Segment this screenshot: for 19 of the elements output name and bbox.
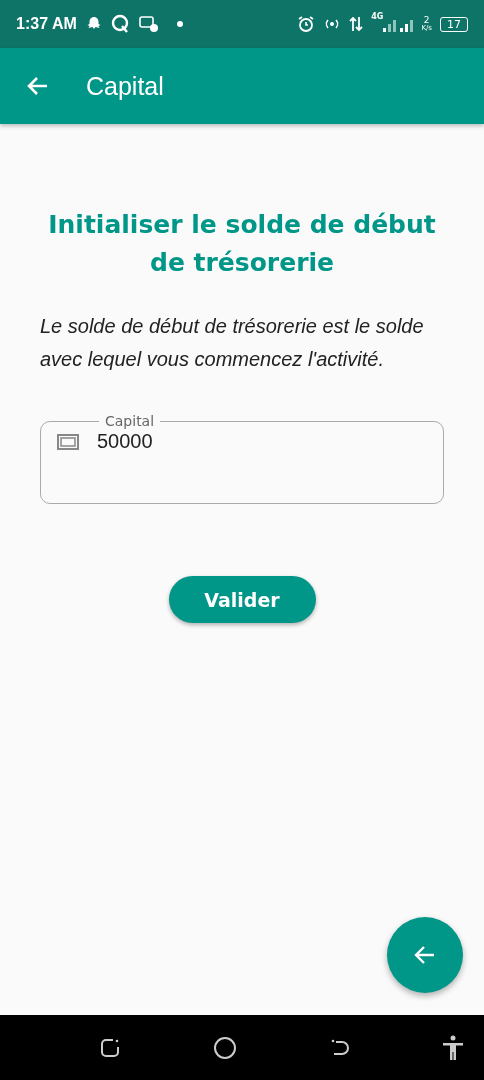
accessibility-icon[interactable] (442, 1034, 464, 1061)
alarm-clock-icon (297, 15, 316, 33)
field-label: Capital (104, 412, 156, 430)
capital-input-field[interactable]: Capital 50000 (40, 412, 444, 504)
back-fab-button[interactable] (387, 917, 463, 993)
data-arrows-icon (349, 15, 364, 33)
home-icon[interactable] (212, 1034, 238, 1061)
network-type: 4G (371, 12, 384, 21)
field-value: 50000 (97, 430, 153, 453)
message-icon (138, 15, 159, 33)
validate-button[interactable]: Valider (168, 576, 316, 623)
app-bar-title: Capital (86, 71, 164, 101)
page-heading: Initialiser le solde de début de trésorerie (47, 209, 437, 279)
notification-dot-icon (176, 21, 183, 27)
status-time: 1:37 AM (16, 15, 77, 33)
speed-value: 2 (423, 16, 430, 25)
description-text: Le solde de début de trésorerie est le solde avec lequel vous commencez l'activité. (40, 314, 425, 372)
battery-level: 17 (440, 16, 468, 32)
banknote-icon (57, 433, 79, 450)
